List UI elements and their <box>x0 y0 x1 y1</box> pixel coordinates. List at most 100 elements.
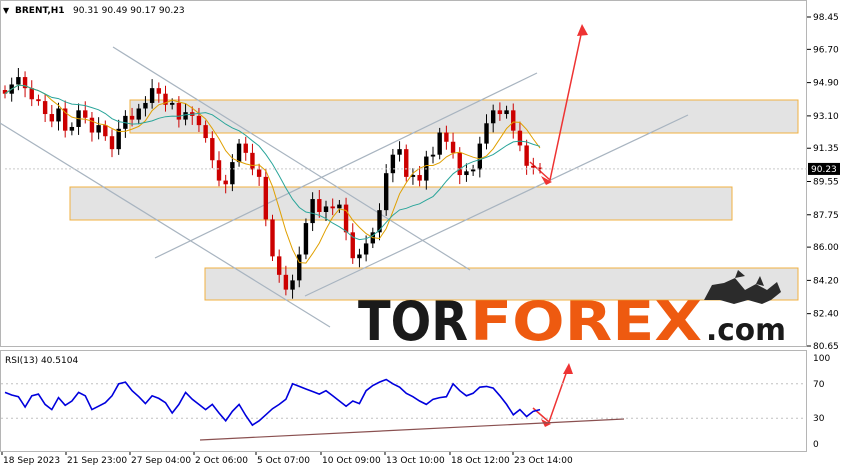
candle-body <box>303 223 309 255</box>
candle-body <box>470 169 476 172</box>
forecast-arrowhead-main <box>577 24 588 36</box>
candle-body <box>16 77 21 85</box>
candle-body <box>216 160 222 181</box>
svg-text:TOR: TOR <box>358 290 468 353</box>
candle-body <box>243 143 248 153</box>
candle-body <box>504 110 509 115</box>
rsi-panel-frame <box>0 350 807 452</box>
candle-body <box>276 256 282 275</box>
candle-body <box>524 145 529 166</box>
candle-body <box>196 115 202 126</box>
x-tick-label: 13 Oct 10:00 <box>386 456 445 466</box>
candle-body <box>256 169 262 177</box>
candle-body <box>36 99 41 102</box>
y-tick-label: 86.00 <box>813 243 839 253</box>
rsi-y-tick-label: 0 <box>813 440 819 450</box>
candle-body <box>49 114 55 122</box>
candle-body <box>310 199 315 224</box>
candle-body <box>176 102 182 120</box>
x-tick-label: 18 Oct 12:00 <box>451 456 510 466</box>
x-tick-label: 2 Oct 06:00 <box>195 456 248 466</box>
candle-body <box>330 206 335 209</box>
candle-body <box>263 176 269 220</box>
candle-body <box>511 110 516 131</box>
candle-body <box>283 274 289 290</box>
candle-body <box>517 130 523 146</box>
current-price-label: 90.23 <box>811 165 837 175</box>
candle-body <box>377 210 382 233</box>
resistance-zone-upper[interactable] <box>129 99 799 134</box>
y-tick-label: 91.35 <box>813 144 839 154</box>
candle-body <box>29 88 34 100</box>
rsi-y-tick-label: 70 <box>813 380 825 390</box>
candle-body <box>357 254 362 259</box>
candle-body <box>390 154 396 174</box>
rsi-y-tick-label: 30 <box>813 414 825 424</box>
dropdown-arrow-icon[interactable]: ▼ <box>3 6 10 15</box>
svg-text:.com: .com <box>706 313 786 348</box>
candle-body <box>143 102 148 109</box>
candle-body <box>83 110 88 118</box>
forecast-arrow-rsi <box>532 367 569 424</box>
candle-body <box>136 108 141 120</box>
x-tick-label: 5 Oct 07:00 <box>257 456 310 466</box>
candle-body <box>363 243 369 255</box>
candle-body <box>531 165 536 168</box>
candle-body <box>497 110 503 115</box>
candle-body <box>323 206 329 212</box>
x-tick-label: 10 Oct 09:00 <box>322 456 381 466</box>
candle-body <box>430 154 436 157</box>
candle-body <box>129 115 135 120</box>
channel-line-1[interactable] <box>112 46 471 271</box>
y-tick-label: 82.40 <box>813 310 839 320</box>
y-tick-label: 84.20 <box>813 276 839 286</box>
y-tick-label: 80.65 <box>813 342 839 352</box>
candle-body <box>156 88 162 94</box>
candle-body <box>169 102 175 105</box>
candle-body <box>317 199 322 212</box>
candle-body <box>404 149 409 177</box>
candle-body <box>210 138 215 161</box>
candle-body <box>109 136 115 150</box>
rsi-label: RSI(13) 40.5104 <box>5 356 78 366</box>
candle-body <box>250 152 255 170</box>
candle-body <box>230 162 235 185</box>
candle-body <box>149 88 155 103</box>
candle-body <box>397 149 402 155</box>
candle-body <box>223 180 228 185</box>
svg-text:FOREX: FOREX <box>470 290 702 353</box>
channel-line-2[interactable] <box>0 122 331 328</box>
candle-body <box>450 141 456 153</box>
candle-body <box>437 132 442 155</box>
candle-body <box>96 125 101 133</box>
y-tick-label: 98.45 <box>813 13 839 23</box>
x-tick-label: 21 Sep 23:00 <box>67 456 127 466</box>
symbol-label: BRENT,H1 <box>15 6 65 16</box>
rsi-trendline[interactable] <box>199 418 625 441</box>
x-tick-label: 18 Sep 2023 <box>3 456 60 466</box>
candle-body <box>69 126 75 131</box>
candle-body <box>477 143 483 170</box>
candle-body <box>236 143 242 163</box>
forecast-arrowhead-rsi <box>563 363 573 374</box>
candle-body <box>417 175 422 181</box>
candle-body <box>270 219 275 257</box>
candle-body <box>383 173 389 211</box>
candle-body <box>56 108 61 122</box>
candle-body <box>42 101 48 115</box>
candle-body <box>490 110 496 124</box>
candle-body <box>464 171 469 176</box>
candle-body <box>457 152 462 176</box>
candle-body <box>203 125 208 139</box>
candle-body <box>103 125 108 137</box>
chart-canvas[interactable]: ▼ BRENT,H1 90.31 90.49 90.17 90.23 10070… <box>0 0 846 471</box>
x-tick-label: 27 Sep 04:00 <box>131 456 191 466</box>
ohlc-label: 90.31 90.49 90.17 90.23 <box>73 6 185 16</box>
y-tick-label: 93.10 <box>813 112 839 122</box>
x-tick-label: 23 Oct 14:00 <box>514 456 573 466</box>
y-tick-label: 96.70 <box>813 45 839 55</box>
candle-body <box>89 117 95 133</box>
candle-body <box>337 204 342 209</box>
candle-body <box>290 280 295 290</box>
candle-body <box>444 132 449 142</box>
